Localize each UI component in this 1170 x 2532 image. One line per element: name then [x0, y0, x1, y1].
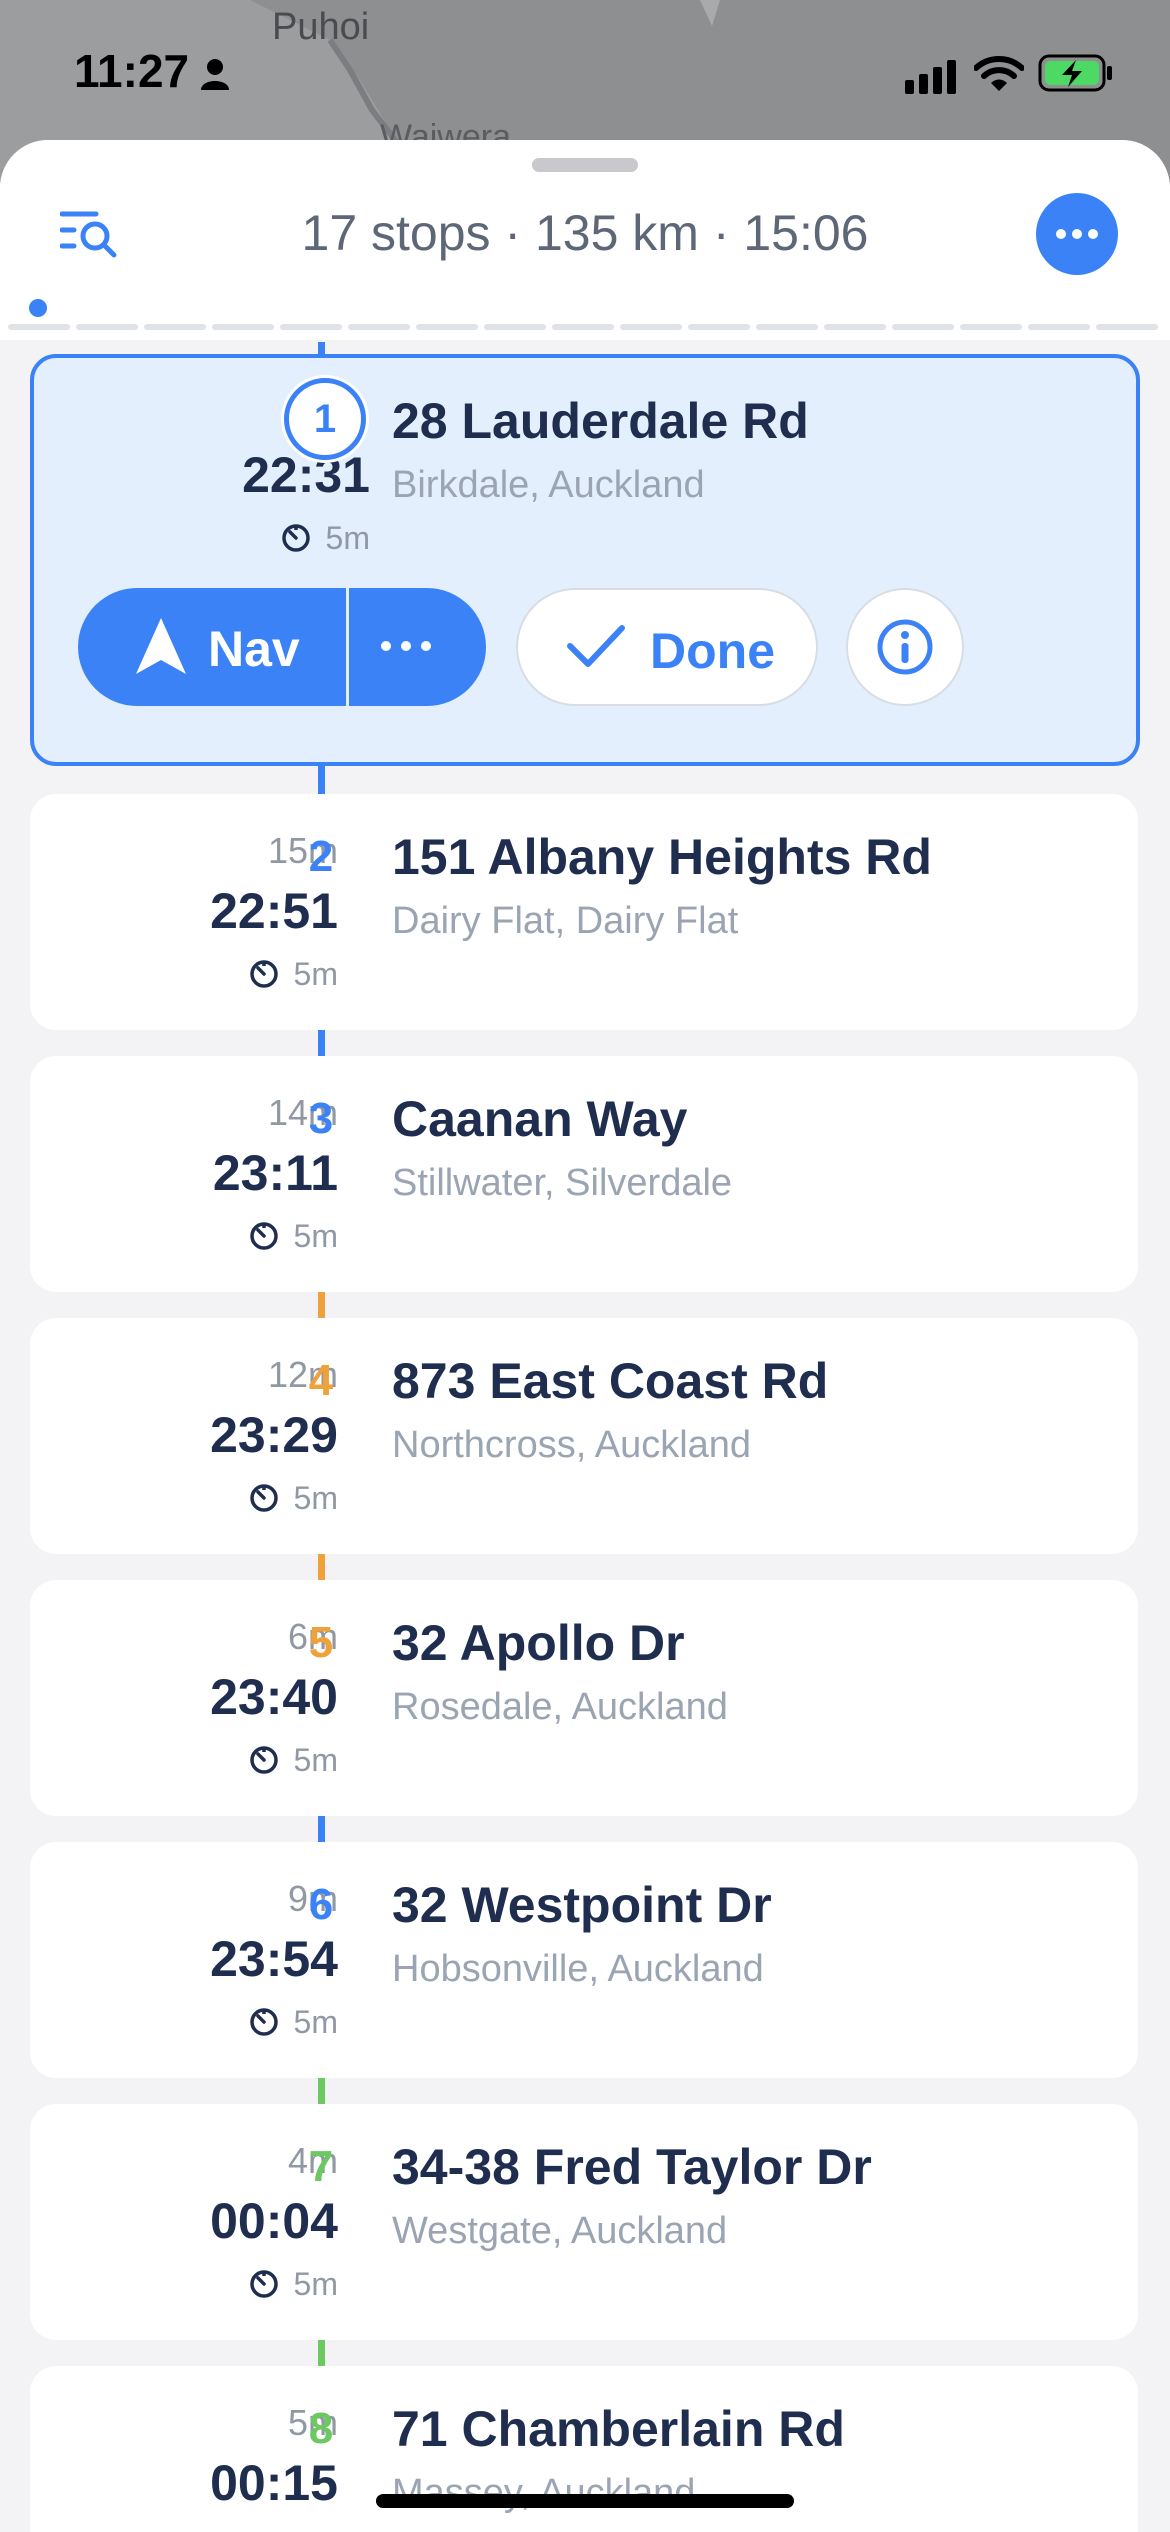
checkmark-icon: [567, 625, 625, 667]
route-progress-bar: [8, 324, 1168, 330]
stop-card[interactable]: 6m 23:40 5m 5 32 Apollo Dr Rosedale, Auc…: [30, 1580, 1138, 1816]
wifi-icon: [974, 56, 1024, 91]
stop-card[interactable]: 9m 23:54 5m 6 32 Westpoint Dr Hobsonvill…: [30, 1842, 1138, 2078]
service-label: 5m: [293, 2266, 338, 2302]
stop-area: Stillwater, Silverdale: [392, 1162, 733, 1204]
stop-address: 32 Apollo Dr: [392, 1615, 685, 1671]
stop-card[interactable]: 12m 23:29 5m 4 873 East Coast Rd Northcr…: [30, 1318, 1138, 1554]
service-label: 5m: [293, 1742, 338, 1778]
stop-address: 32 Westpoint Dr: [392, 1877, 772, 1933]
navigation-arrow-icon[interactable]: [134, 616, 188, 676]
stop-card[interactable]: 15m 22:51 5m 2 151 Albany Heights Rd Dai…: [30, 794, 1138, 1030]
sheet-grabber[interactable]: [532, 158, 638, 172]
timer-icon: [249, 1746, 278, 1774]
stop-area: Hobsonville, Auckland: [392, 1948, 764, 1990]
done-button-label: Done: [650, 623, 775, 679]
stop-number: 8: [308, 2404, 334, 2453]
timer-icon: [281, 524, 310, 552]
stop-card[interactable]: 4m 00:04 5m 7 34-38 Fred Taylor Dr Westg…: [30, 2104, 1138, 2340]
status-time: 11:27: [74, 45, 190, 97]
stop-arrival-time: 23:54: [210, 1931, 338, 1987]
stop-number: 2: [308, 832, 334, 881]
stop-service-time: 5m: [248, 956, 338, 993]
stop-card-active[interactable]: 4m 22:31 5m 1 28 Lauderdale Rd Birkdale,…: [30, 354, 1140, 766]
service-label: 5m: [325, 520, 370, 556]
stop-service-time: 5m: [280, 520, 370, 557]
stop-number: 5: [308, 1618, 334, 1667]
stop-number: 7: [308, 2142, 334, 2191]
stop-service-time: 5m: [248, 2266, 338, 2303]
more-options-button[interactable]: [1036, 193, 1118, 275]
timer-icon: [249, 2008, 278, 2036]
stop-area: Westgate, Auckland: [392, 2210, 728, 2252]
info-button[interactable]: [846, 588, 964, 706]
timer-icon: [249, 1222, 278, 1250]
timer-icon: [249, 2270, 278, 2298]
info-icon: [877, 619, 933, 675]
stop-area: Rosedale, Auckland: [392, 1686, 728, 1728]
stop-area: Birkdale, Auckland: [392, 464, 705, 506]
nav-button-label[interactable]: Nav: [208, 620, 300, 678]
stop-address: 71 Chamberlain Rd: [392, 2401, 845, 2457]
service-label: 5m: [293, 956, 338, 992]
stop-address: 34-38 Fred Taylor Dr: [392, 2139, 872, 2195]
timer-icon: [249, 960, 278, 988]
stop-arrival-time: 00:15: [210, 2455, 338, 2511]
search-list-icon[interactable]: [60, 208, 120, 258]
ellipsis-icon: [1056, 229, 1098, 239]
nav-button-group: Nav: [78, 588, 486, 706]
sheet-header: 17 stops · 135 km · 15:06: [0, 140, 1170, 340]
ellipsis-icon[interactable]: [378, 640, 434, 652]
stop-address: 28 Lauderdale Rd: [392, 393, 809, 449]
home-indicator[interactable]: [376, 2494, 794, 2508]
stop-service-time: 5m: [248, 2004, 338, 2041]
nav-divider: [346, 588, 349, 706]
stop-arrival-time: 23:29: [210, 1407, 338, 1463]
route-sheet: 17 stops · 135 km · 15:06 4m 22:31 5m: [0, 140, 1170, 2532]
stop-address: 151 Albany Heights Rd: [392, 829, 932, 885]
stop-service-time: 5m: [248, 1218, 338, 1255]
stop-arrival-time: 22:51: [210, 883, 338, 939]
stop-service-time: 5m: [248, 1480, 338, 1517]
stop-arrival-time: 23:40: [210, 1669, 338, 1725]
battery-charging-icon: [1038, 54, 1112, 92]
stop-arrival-time: 23:11: [212, 1145, 338, 1201]
stop-card[interactable]: 14m 23:11 5m 3 Caanan Way Stillwater, Si…: [30, 1056, 1138, 1292]
stop-arrival-time: 00:04: [210, 2193, 338, 2249]
status-bar: 11:27: [0, 0, 1170, 140]
done-button[interactable]: Done: [516, 588, 818, 706]
service-label: 5m: [293, 2004, 338, 2040]
stop-area: Dairy Flat, Dairy Flat: [392, 900, 739, 942]
stop-number-badge: 1: [284, 378, 366, 460]
stop-number: 6: [308, 1880, 334, 1929]
service-label: 5m: [293, 1480, 338, 1516]
cellular-signal-icon: [905, 60, 956, 94]
timer-icon: [249, 1484, 278, 1512]
service-label: 5m: [293, 1218, 338, 1254]
progress-current-dot: [29, 299, 47, 317]
stop-address: 873 East Coast Rd: [392, 1353, 829, 1409]
stop-area: Northcross, Auckland: [392, 1424, 752, 1466]
stop-service-time: 5m: [248, 1742, 338, 1779]
stop-address: Caanan Way: [392, 1091, 688, 1147]
stop-number: 3: [308, 1094, 334, 1143]
person-icon: [201, 59, 229, 90]
route-summary: 17 stops · 135 km · 15:06: [301, 205, 869, 261]
stop-number: 4: [308, 1356, 334, 1405]
